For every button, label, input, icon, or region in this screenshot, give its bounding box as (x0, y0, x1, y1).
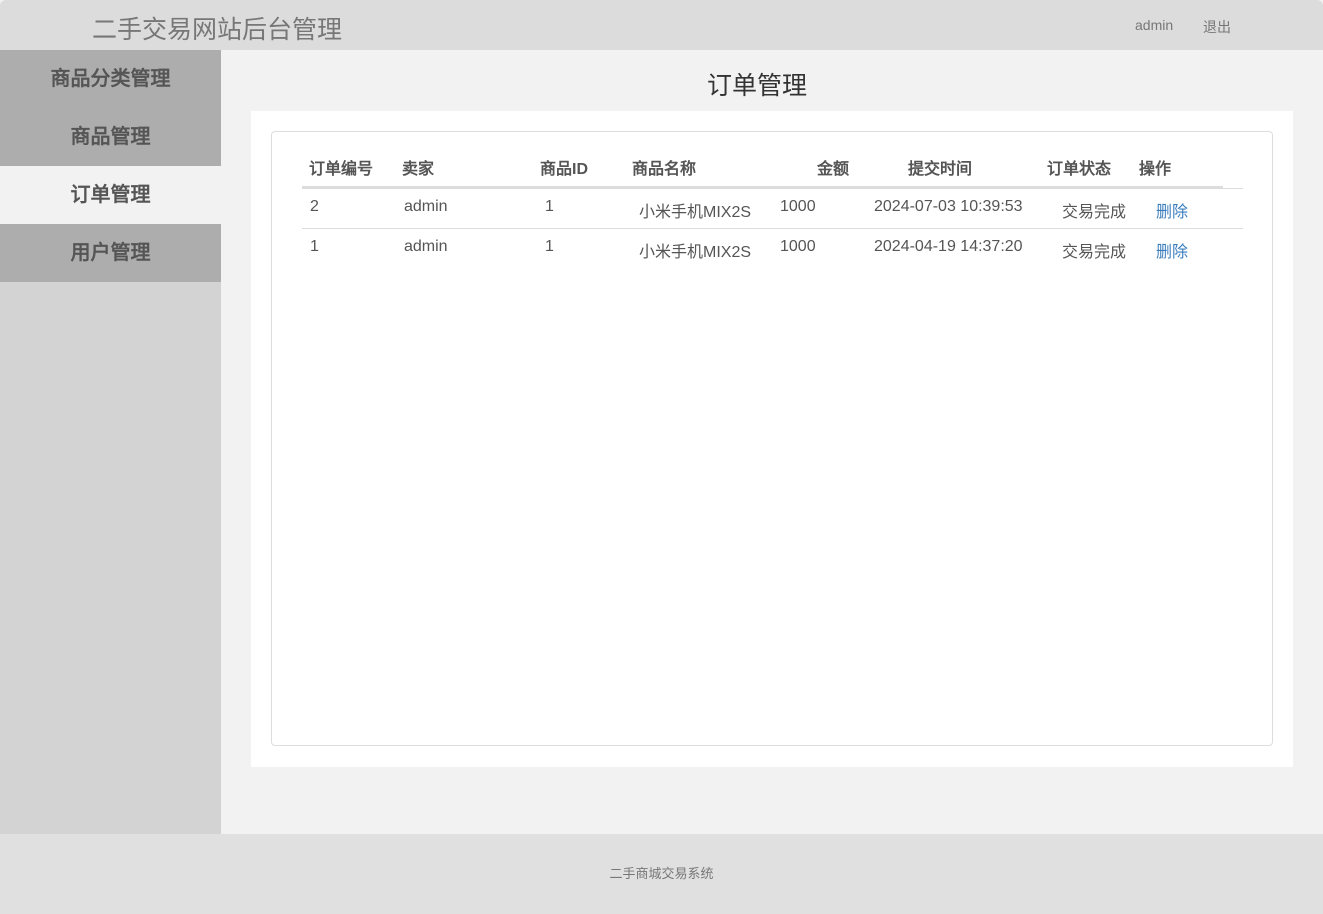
submit-time: 2024-04-19 14:37:20 (874, 238, 1023, 256)
sidebar-item-users[interactable]: 用户管理 (0, 224, 221, 282)
delete-link[interactable]: 删除 (1156, 238, 1188, 262)
current-user[interactable]: admin (1135, 17, 1173, 33)
sidebar: 商品分类管理 商品管理 订单管理 用户管理 (0, 50, 221, 834)
page-title: 订单管理 (221, 66, 1293, 102)
site-title: 二手交易网站后台管理 (92, 10, 342, 46)
orders-table: 订单编号 卖家 商品ID 商品名称 金额 提交时间 订单状态 操作 2 admi… (271, 131, 1273, 746)
sidebar-item-products[interactable]: 商品管理 (0, 108, 221, 166)
footer: 二手商城交易系统 (0, 834, 1323, 914)
order-status: 交易完成 (1062, 238, 1126, 262)
product-name: 小米手机MIX2S (639, 238, 751, 262)
amount: 1000 (780, 238, 816, 256)
product-id: 1 (545, 238, 554, 256)
order-id: 1 (310, 238, 319, 256)
table-row: 2 admin 1 小米手机MIX2S 1000 2024-07-03 10:3… (272, 132, 1272, 172)
content-panel: 订单编号 卖家 商品ID 商品名称 金额 提交时间 订单状态 操作 2 admi… (251, 111, 1293, 767)
top-bar: 二手交易网站后台管理 admin 退出 (0, 0, 1323, 50)
logout-link[interactable]: 退出 (1203, 17, 1231, 37)
seller: admin (404, 238, 448, 256)
table-row: 1 admin 1 小米手机MIX2S 1000 2024-04-19 14:3… (272, 172, 1272, 212)
row-divider (302, 228, 1243, 229)
sidebar-item-category[interactable]: 商品分类管理 (0, 50, 221, 108)
sidebar-item-orders[interactable]: 订单管理 (0, 166, 221, 224)
